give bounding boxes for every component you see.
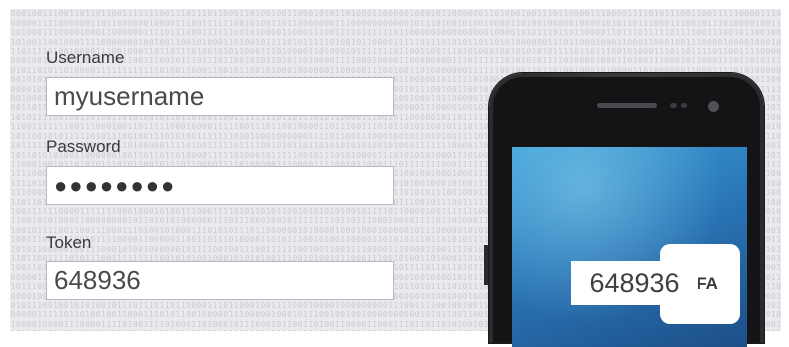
- phone-token-display: 648936: [571, 261, 698, 305]
- username-label: Username: [46, 48, 125, 67]
- username-field[interactable]: myusername: [46, 77, 394, 116]
- phone-speaker-icon: [597, 103, 657, 108]
- frame-right: [781, 0, 789, 331]
- frame-top: [0, 0, 789, 9]
- password-label: Password: [46, 137, 121, 156]
- token-label: Token: [46, 233, 92, 252]
- phone-camera-icon: [708, 101, 719, 112]
- password-field[interactable]: ●●●●●●●●: [46, 166, 394, 205]
- mfa-callout-pointer: [681, 249, 695, 258]
- phone-screen: MFA: [512, 147, 747, 347]
- phone-sensor-icon: [681, 103, 687, 108]
- phone-sensor-icon: [670, 103, 677, 108]
- token-field[interactable]: 648936: [46, 261, 394, 300]
- frame-left: [0, 0, 10, 331]
